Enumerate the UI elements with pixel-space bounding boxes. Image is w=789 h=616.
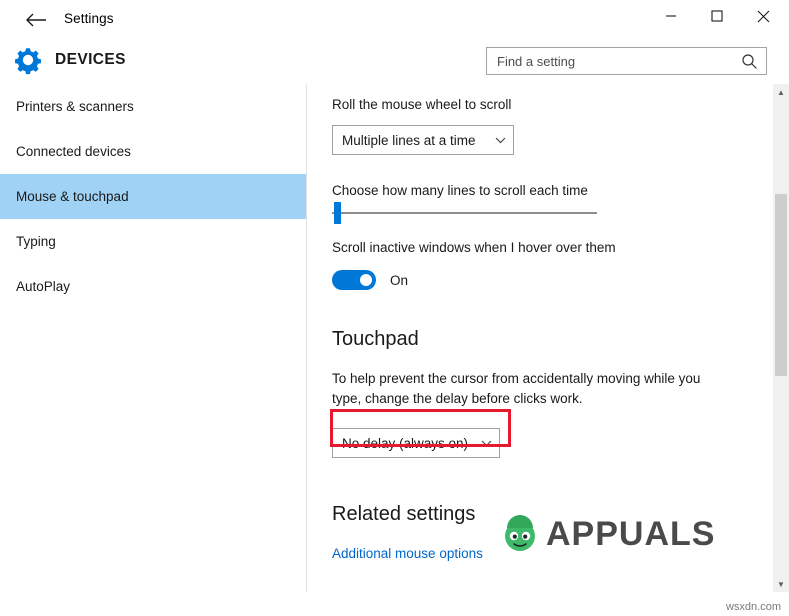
gear-icon bbox=[12, 44, 44, 76]
chevron-down-icon bbox=[481, 436, 492, 451]
page-header: DEVICES bbox=[0, 38, 789, 84]
touchpad-heading: Touchpad bbox=[332, 328, 419, 350]
settings-window: Settings DEVICES Find a setting Printers… bbox=[0, 0, 789, 616]
back-arrow-icon[interactable] bbox=[18, 8, 54, 32]
maximize-button[interactable] bbox=[694, 0, 740, 32]
wheel-scroll-dropdown-value: Multiple lines at a time bbox=[342, 132, 476, 148]
inactive-windows-label: Scroll inactive windows when I hover ove… bbox=[332, 240, 616, 255]
sidebar-item-label: Printers & scanners bbox=[16, 99, 134, 114]
additional-mouse-options-link[interactable]: Additional mouse options bbox=[332, 546, 483, 561]
slider-thumb[interactable] bbox=[334, 202, 341, 224]
content-scrollbar[interactable]: ▲ ▼ bbox=[773, 84, 789, 592]
touchpad-description: To help prevent the cursor from accident… bbox=[332, 371, 701, 406]
appuals-mascot-icon bbox=[498, 512, 542, 556]
delay-dropdown-value: No delay (always on) bbox=[342, 435, 469, 451]
wheel-scroll-label: Roll the mouse wheel to scroll bbox=[332, 97, 512, 112]
chevron-down-icon bbox=[495, 133, 506, 148]
watermark: APPUALS bbox=[498, 512, 715, 556]
bottom-strip: wsxdn.com bbox=[0, 592, 789, 616]
lines-scroll-label: Choose how many lines to scroll each tim… bbox=[332, 183, 588, 198]
minimize-button[interactable] bbox=[648, 0, 694, 32]
page-title: DEVICES bbox=[55, 51, 126, 68]
window-title: Settings bbox=[64, 11, 114, 26]
scrollbar-thumb[interactable] bbox=[775, 194, 787, 376]
scroll-down-arrow-icon[interactable]: ▼ bbox=[773, 576, 789, 592]
close-button[interactable] bbox=[740, 0, 786, 32]
sidebar-item-autoplay[interactable]: AutoPlay bbox=[0, 264, 306, 309]
lines-scroll-slider[interactable] bbox=[332, 202, 597, 224]
wheel-scroll-dropdown[interactable]: Multiple lines at a time bbox=[332, 125, 514, 155]
inactive-windows-toggle-state: On bbox=[390, 272, 409, 288]
sidebar-item-label: Mouse & touchpad bbox=[16, 189, 129, 204]
sidebar-item-label: Typing bbox=[16, 234, 56, 249]
search-icon[interactable] bbox=[741, 53, 758, 70]
toggle-knob bbox=[360, 274, 372, 286]
search-input[interactable] bbox=[495, 52, 730, 70]
sidebar-item-printers-scanners[interactable]: Printers & scanners bbox=[0, 84, 306, 129]
sidebar-item-mouse-touchpad[interactable]: Mouse & touchpad bbox=[0, 174, 306, 219]
sidebar-item-label: AutoPlay bbox=[16, 279, 71, 294]
inactive-windows-toggle[interactable] bbox=[332, 270, 376, 290]
source-label: wsxdn.com bbox=[725, 601, 781, 613]
search-box[interactable] bbox=[486, 47, 767, 75]
sidebar-item-label: Connected devices bbox=[16, 144, 131, 159]
sidebar-item-connected-devices[interactable]: Connected devices bbox=[0, 129, 306, 174]
scroll-up-arrow-icon[interactable]: ▲ bbox=[773, 84, 789, 100]
delay-dropdown[interactable]: No delay (always on) bbox=[332, 428, 500, 458]
settings-nav: Printers & scanners Connected devices Mo… bbox=[0, 84, 307, 592]
watermark-brand: APPUALS bbox=[546, 514, 716, 553]
sidebar-item-typing[interactable]: Typing bbox=[0, 219, 306, 264]
title-bar: Settings bbox=[0, 0, 789, 38]
